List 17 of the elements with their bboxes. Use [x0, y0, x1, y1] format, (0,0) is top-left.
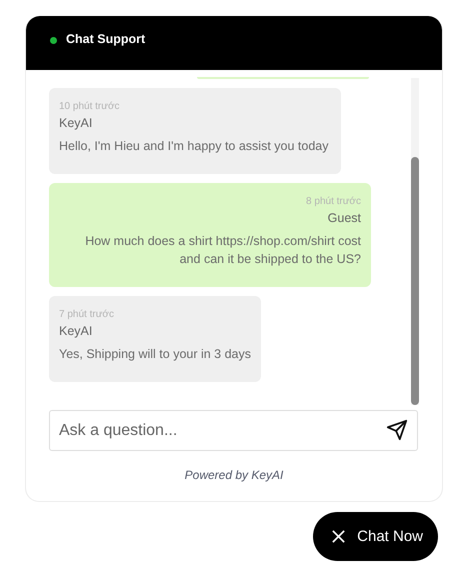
- scrollbar[interactable]: [411, 78, 419, 405]
- question-field[interactable]: Ask a question...: [49, 410, 418, 451]
- chat-now-button[interactable]: Chat Now: [313, 512, 438, 561]
- message-text: How much does a shirt https://shop.com/shirt cost and can it be shipped to the US?: [84, 233, 361, 268]
- powered-by-text: Powered by KeyAI: [184, 468, 284, 482]
- message-time: 10 phút trước: [59, 101, 121, 112]
- message-author: KeyAI: [59, 116, 94, 130]
- send-icon[interactable]: [386, 419, 408, 441]
- chat-title: Chat Support: [66, 32, 146, 46]
- close-icon: [331, 529, 346, 544]
- message-time: 7 phút trước: [59, 309, 115, 320]
- message-time: 8 phút trước: [305, 196, 361, 207]
- message-author: Guest: [326, 211, 361, 225]
- message-text: Yes, Shipping will to your in 3 days: [59, 346, 252, 363]
- scrollbar-thumb[interactable]: [411, 157, 419, 405]
- message-text: Hello, I'm Hieu and I'm happy to assist you today: [59, 138, 330, 155]
- message-author: KeyAI: [59, 324, 94, 338]
